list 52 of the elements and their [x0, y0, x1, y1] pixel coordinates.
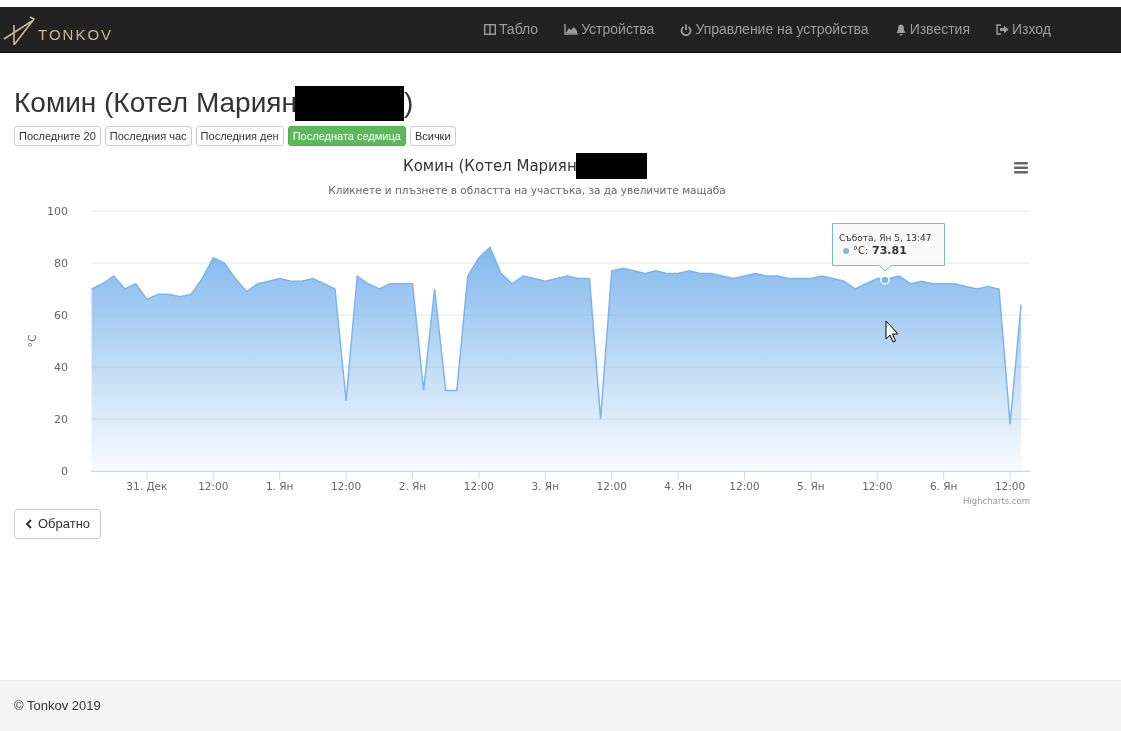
x-tick-label: 3. Ян [531, 480, 560, 492]
y-tick-label: 80 [54, 257, 68, 270]
y-tick-label: 40 [54, 361, 68, 374]
brand-logo[interactable]: TONKOV [0, 6, 114, 53]
nav-link[interactable]: Устройства [564, 19, 655, 40]
y-tick-label: 100 [47, 205, 68, 218]
x-tick-label: 12:00 [463, 480, 494, 492]
x-tick-label: 12:00 [862, 480, 893, 492]
power-icon [680, 23, 693, 36]
tooltip-label: °C: [853, 245, 869, 256]
x-tick-label: 12:00 [994, 480, 1026, 492]
title-paren: ) [403, 86, 414, 120]
tooltip-value: 73.81 [872, 244, 907, 257]
copyright-text: © Tonkov 2019 [14, 697, 101, 716]
chart-subtitle: Кликнете и плъзнете в областта на участъка, за да увеличите мащаба [328, 184, 726, 196]
range-button[interactable]: Последния ден [195, 126, 284, 146]
chart-title: Комин (Котел Мариян [403, 157, 577, 175]
credits-link[interactable]: Highcharts.com [963, 496, 1030, 506]
x-tick-label: 31. Дек [126, 480, 168, 492]
bell-icon [894, 23, 907, 36]
hover-point [880, 275, 890, 285]
x-tick-label: 1. Ян [265, 480, 294, 492]
nav-link[interactable]: Известия [894, 19, 970, 40]
menu-icon[interactable] [1014, 162, 1028, 174]
tooltip-date: Събота, Ян 5, 13:47 [839, 233, 932, 243]
x-tick-label: 6. Ян [929, 480, 958, 492]
range-button[interactable]: Всички [409, 126, 456, 146]
chevron-left-icon [25, 519, 33, 529]
x-tick-label: 12:00 [198, 480, 229, 492]
redaction-block [576, 153, 647, 179]
logout-icon [996, 24, 1009, 35]
range-button[interactable]: Последните 20 [14, 126, 101, 146]
y-tick-label: 20 [54, 413, 68, 426]
page-title: Комин (Котел Мариян [14, 86, 297, 120]
y-tick-label: 60 [54, 309, 68, 322]
x-tick-label: 2. Ян [398, 480, 427, 492]
area-chart-icon [564, 24, 579, 35]
back-button[interactable]: Обратно [14, 509, 102, 539]
nav-link[interactable]: Изход [996, 19, 1051, 40]
cursor-icon [885, 320, 899, 343]
nav-link[interactable]: Управление на устройства [680, 19, 869, 40]
y-tick-label: 0 [61, 465, 68, 478]
range-button[interactable]: Последния час [104, 126, 192, 146]
columns-icon [483, 24, 496, 35]
nav-link[interactable]: Табло [483, 19, 539, 40]
brand-name: TONKOV [38, 25, 114, 45]
x-tick-label: 12:00 [729, 480, 760, 492]
x-tick-label: 5. Ян [797, 480, 825, 492]
x-tick-label: 4. Ян [664, 480, 692, 492]
x-tick-label: 12:00 [330, 480, 362, 492]
x-tick-label: 12:00 [596, 480, 627, 492]
y-axis-title: °C [26, 334, 39, 348]
